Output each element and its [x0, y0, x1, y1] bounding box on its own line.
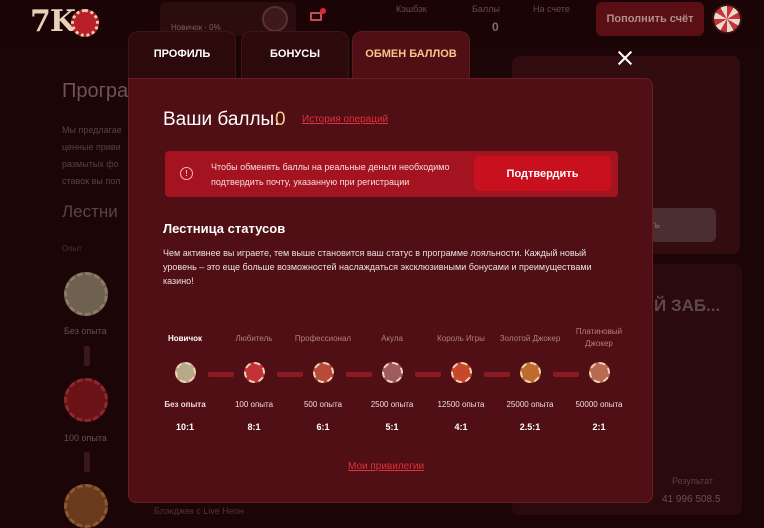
rank-connector [484, 372, 510, 377]
close-icon[interactable] [612, 46, 638, 70]
rank-connector [277, 372, 303, 377]
bg-chip-icon [64, 484, 108, 528]
rank-exp: 500 опыта [303, 400, 343, 409]
points-value: 0 [492, 20, 499, 34]
verify-email-alert: ! Чтобы обменять баллы на реальные деньг… [165, 151, 618, 197]
tab-bonuses[interactable]: БОНУСЫ [241, 31, 349, 81]
rank-exp: 25000 опыта [506, 400, 554, 409]
notification-dot [320, 8, 326, 14]
cashback-label: Кэшбэк [396, 4, 427, 14]
account-label: На счете [533, 4, 570, 14]
bg-intro-text: Мы предлагае ценные приви размытых фо ст… [62, 125, 122, 186]
bg-connector [84, 346, 90, 366]
bg-chip-icon [64, 272, 108, 316]
rank-name: Платиновый Джокер [575, 327, 623, 348]
avatar[interactable] [712, 4, 742, 34]
points-label: Баллы [472, 4, 500, 14]
confirm-button[interactable]: Подтвердить [474, 156, 611, 191]
rank-chip-icon [313, 362, 334, 383]
rank-exp: Без опыта [164, 400, 206, 409]
rank-ratio: 6:1 [316, 422, 330, 432]
points-balance-value: 0 [275, 109, 286, 130]
bg-result-amount: 41 996 508.5 [662, 494, 721, 505]
alert-text: Чтобы обменять баллы на реальные деньги … [211, 162, 450, 187]
bg-chip1-label: Без опыта [64, 326, 107, 336]
rank-name: Новичок [167, 334, 203, 343]
status-ladder-description: Чем активнее вы играете, тем выше станов… [163, 248, 592, 286]
my-privileges-link[interactable]: Мои привилегии [348, 461, 424, 472]
rank-connector [208, 372, 234, 377]
rank-chip-icon [382, 362, 403, 383]
rank-exp: 2500 опыта [370, 400, 414, 409]
topup-button[interactable]: Пополнить счёт [596, 2, 704, 36]
rank-avatar [262, 6, 288, 32]
rank-exp: 50000 опыта [575, 400, 623, 409]
bg-connector [84, 452, 90, 472]
rank-name: Профессионал [294, 334, 352, 343]
rank-ratio: 10:1 [175, 422, 194, 432]
rank-exp: 100 опыта [234, 400, 274, 409]
rank-name: Король Игры [437, 334, 485, 343]
bg-ladder-title: Лестни [62, 202, 118, 221]
rank-name: Любитель [235, 334, 273, 343]
rank-ratio: 5:1 [385, 422, 399, 432]
rank-chip-icon [589, 362, 610, 383]
points-balance-label: Ваши баллы: [163, 109, 280, 130]
site-logo[interactable]: 7K [30, 4, 99, 39]
logo-chip-icon [70, 9, 99, 37]
rank-name: Золотой Джокер [499, 334, 561, 343]
points-exchange-modal: Ваши баллы: 0 История операций ! Чтобы о… [128, 78, 653, 503]
status-ladder-title: Лестница статусов [163, 221, 286, 236]
rank-chip-icon [244, 362, 265, 383]
rank-name: Акула [381, 334, 403, 343]
bg-chip2-label: 100 опыта [64, 433, 107, 443]
tab-points-exchange[interactable]: ОБМЕН БАЛЛОВ [352, 31, 470, 81]
bg-result-label: Результат [672, 476, 713, 486]
rank-connector [346, 372, 372, 377]
rank-ratio: 8:1 [247, 422, 261, 432]
rank-connector [553, 372, 579, 377]
bg-promo-text: Й ЗАБ... [654, 296, 721, 315]
rank-exp: 12500 опыта [437, 400, 485, 409]
rank-chip-icon [520, 362, 541, 383]
info-icon: ! [180, 167, 193, 180]
rank-chip-icon [175, 362, 196, 383]
rank-ratio: 4:1 [454, 422, 468, 432]
bg-chip-icon [64, 378, 108, 422]
rank-ratio: 2.5:1 [519, 422, 541, 432]
tab-profile[interactable]: ПРОФИЛЬ [128, 31, 236, 81]
rank-chip-icon [451, 362, 472, 383]
history-link[interactable]: История операций [302, 114, 388, 125]
rank-ratio: 2:1 [592, 422, 606, 432]
bg-exp-label: Опыт [62, 244, 82, 253]
rank-connector [415, 372, 441, 377]
